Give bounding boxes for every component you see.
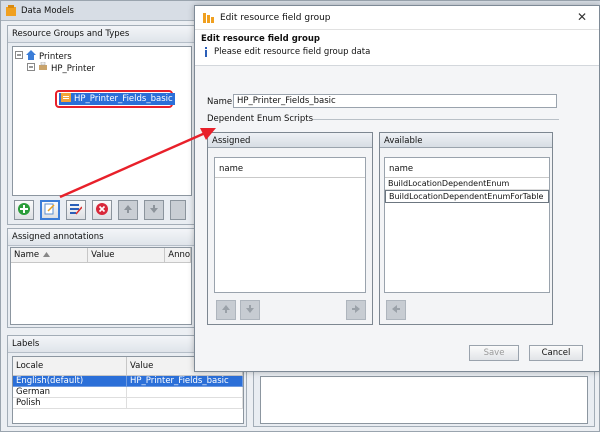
pointer-arrow: [59, 128, 216, 199]
